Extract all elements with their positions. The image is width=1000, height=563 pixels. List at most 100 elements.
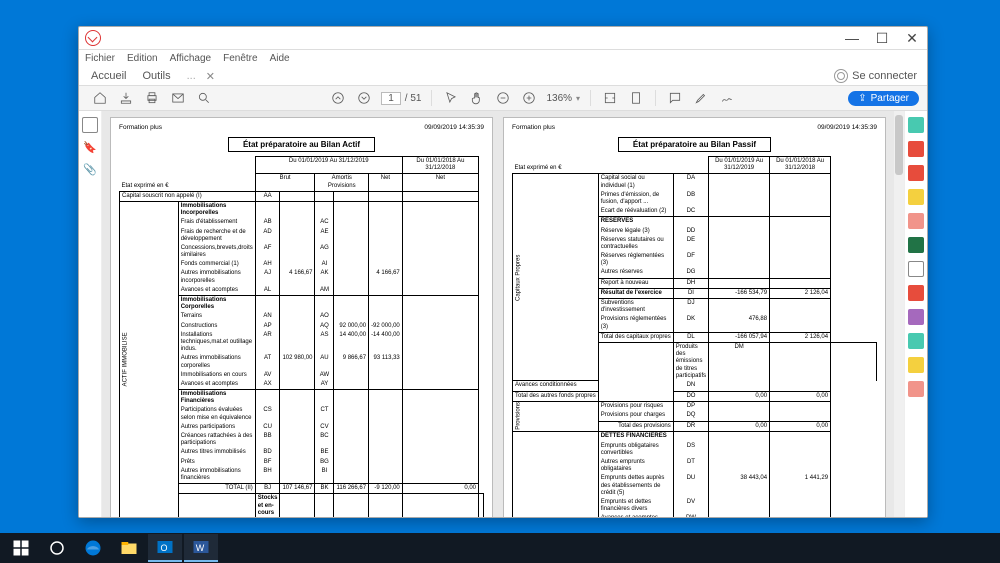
menubar: Fichier Edition Affichage Fenêtre Aide xyxy=(79,50,927,67)
row: Réserves statutaires ou contractuelles xyxy=(598,236,673,252)
edge-icon[interactable] xyxy=(76,534,110,562)
word-icon[interactable]: W xyxy=(184,534,218,562)
scrollbar-vertical[interactable] xyxy=(894,111,904,517)
tool-export-icon[interactable] xyxy=(908,117,924,133)
row-total-capitaux: Total des capitaux propres xyxy=(598,332,673,342)
tool-combine-icon[interactable] xyxy=(908,285,924,301)
sect-immo-fin: Immobilisations Financières xyxy=(178,390,255,407)
cursor-icon[interactable] xyxy=(443,90,459,106)
close-button[interactable]: ✕ xyxy=(897,27,927,49)
page-down-icon[interactable] xyxy=(356,90,372,106)
titlebar: ― ☐ ✕ xyxy=(79,27,927,50)
menu-edition[interactable]: Edition xyxy=(127,53,158,64)
app-window: ― ☐ ✕ Fichier Edition Affichage Fenêtre … xyxy=(78,26,928,518)
tool-sign-icon[interactable] xyxy=(908,309,924,325)
menu-aide[interactable]: Aide xyxy=(270,53,290,64)
hand-icon[interactable] xyxy=(469,90,485,106)
ribbon: Accueil Outils ... ✕ Se connecter xyxy=(79,67,927,86)
tool-pdf-icon[interactable] xyxy=(908,141,924,157)
row: Immobilisations en cours xyxy=(178,371,255,380)
row-total-ii: TOTAL (II) xyxy=(178,484,255,494)
row: Constructions xyxy=(178,322,255,331)
outlook-icon[interactable]: O xyxy=(148,534,182,562)
app-logo-icon xyxy=(85,30,101,46)
bookmark-icon[interactable]: 🔖 xyxy=(83,141,97,155)
page-up-icon[interactable] xyxy=(330,90,346,106)
sign-in-link[interactable]: Se connecter xyxy=(852,70,923,82)
right-rail xyxy=(904,111,927,517)
sect-immo-incorp: Immobilisations Incorporelles xyxy=(178,201,255,218)
share-button[interactable]: ⇪ Partager xyxy=(848,91,919,106)
zoom-level[interactable]: 136% xyxy=(546,93,572,104)
row: Frais d'établissement xyxy=(178,218,255,227)
page-current-input[interactable]: 1 xyxy=(381,92,401,105)
menu-fenetre[interactable]: Fenêtre xyxy=(223,53,257,64)
row: Capital social ou individuel (1) xyxy=(598,174,673,191)
thumbnails-icon[interactable] xyxy=(82,117,98,133)
user-icon xyxy=(834,69,848,83)
zoom-in-icon[interactable] xyxy=(521,90,537,106)
sign-icon[interactable] xyxy=(719,90,735,106)
tool-more3-icon[interactable] xyxy=(908,381,924,397)
col-brut: Brut xyxy=(255,174,315,191)
row: Concessions,brevets,droits similaires xyxy=(178,244,255,260)
section-dettes: Dettes xyxy=(513,432,599,517)
mail-icon[interactable] xyxy=(170,90,186,106)
etat-label: Etat exprimé en € xyxy=(120,157,256,192)
tool-excel-icon[interactable] xyxy=(908,237,924,253)
fit-page-icon[interactable] xyxy=(628,90,644,106)
zoom-out-icon[interactable] xyxy=(495,90,511,106)
row: Autres immobilisations corporelles xyxy=(178,354,255,370)
col-net-prev: Net xyxy=(402,174,478,191)
highlight-icon[interactable] xyxy=(693,90,709,106)
tab-accueil[interactable]: Accueil xyxy=(83,68,134,84)
search-icon[interactable] xyxy=(196,90,212,106)
row: Installations techniques,mat.et outillag… xyxy=(178,331,255,355)
col-net: Net xyxy=(369,174,403,191)
home-icon[interactable] xyxy=(92,90,108,106)
menu-fichier[interactable]: Fichier xyxy=(85,53,115,64)
tool-protect-icon[interactable] xyxy=(908,261,924,277)
row: Emprunts et dettes financières divers xyxy=(598,498,673,514)
row: Fonds commercial (1) xyxy=(178,260,255,269)
tab-document[interactable]: ... xyxy=(179,68,204,84)
tool-pdf2-icon[interactable] xyxy=(908,165,924,181)
company-name: Formation plus xyxy=(119,124,162,131)
cortana-icon[interactable] xyxy=(40,534,74,562)
row: Réserve légale (3) xyxy=(598,227,673,236)
minimize-button[interactable]: ― xyxy=(837,27,867,49)
period-current: Du 01/01/2019 Au 31/12/2019 xyxy=(709,157,770,174)
svg-text:W: W xyxy=(196,543,205,553)
scrollbar-thumb[interactable] xyxy=(895,115,903,175)
row: Autres réserves xyxy=(598,268,673,278)
sect-reserves: RESERVES xyxy=(598,217,673,227)
row: Terrains xyxy=(178,312,255,321)
section-actif-circulant: ACTIF CIRCULANT xyxy=(178,494,255,517)
row: Subventions d'investissement xyxy=(598,299,673,316)
row: Créances rattachées à des participations xyxy=(178,432,255,448)
comment-icon[interactable] xyxy=(667,90,683,106)
row-report: Report à nouveau xyxy=(598,278,673,288)
menu-affichage[interactable]: Affichage xyxy=(170,53,212,64)
explorer-icon[interactable] xyxy=(112,534,146,562)
toolbar: 1 / 51 136%▾ ⇪ Partager xyxy=(79,86,927,111)
row: Provisions pour charges xyxy=(598,411,673,421)
page-indicator: 1 / 51 xyxy=(381,92,421,105)
tool-organize-icon[interactable] xyxy=(908,213,924,229)
attachment-icon[interactable]: 📎 xyxy=(83,163,97,177)
tool-more2-icon[interactable] xyxy=(908,357,924,373)
print-icon[interactable] xyxy=(144,90,160,106)
fit-width-icon[interactable] xyxy=(602,90,618,106)
document-viewer[interactable]: Formation plus09/09/2019 14:35:39 État p… xyxy=(102,111,904,517)
tool-comment-icon[interactable] xyxy=(908,189,924,205)
start-button[interactable] xyxy=(4,534,38,562)
row: Autres immobilisations incorporelles xyxy=(178,269,255,285)
tool-more1-icon[interactable] xyxy=(908,333,924,349)
maximize-button[interactable]: ☐ xyxy=(867,27,897,49)
row: Provisions pour risques xyxy=(598,401,673,411)
save-icon[interactable] xyxy=(118,90,134,106)
row: Autres participations xyxy=(178,423,255,432)
period-prev: Du 01/01/2018 Au 31/12/2018 xyxy=(770,157,831,174)
section-provisions: Provisions xyxy=(513,401,599,432)
tab-outils[interactable]: Outils xyxy=(134,68,178,84)
